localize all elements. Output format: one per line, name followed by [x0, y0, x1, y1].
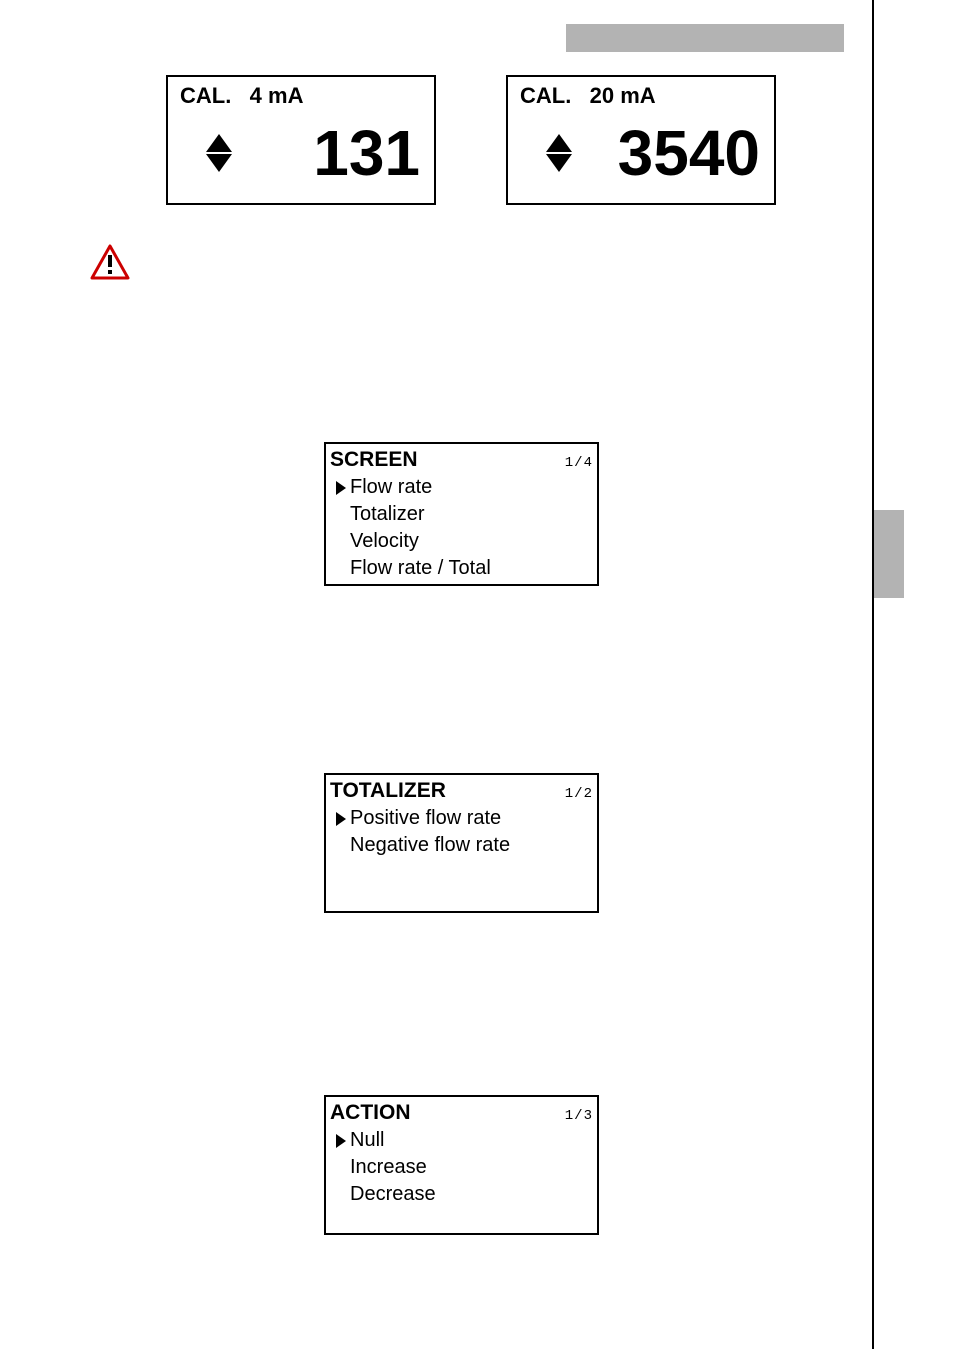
- screen-menu-item[interactable]: Flow rate / Total: [336, 555, 593, 582]
- screen-menu-item-label: Flow rate: [350, 474, 432, 501]
- action-menu-item-label: Increase: [350, 1154, 427, 1181]
- totalizer-menu-title: TOTALIZER: [330, 777, 446, 805]
- action-menu-item-label: Null: [350, 1127, 384, 1154]
- totalizer-menu-page: 1/2: [565, 785, 593, 804]
- screen-menu-item-label: Totalizer: [350, 501, 424, 528]
- cal-20ma-box: CAL. 20 mA 3540: [506, 75, 776, 205]
- action-menu-item[interactable]: Decrease: [336, 1181, 593, 1208]
- totalizer-menu: TOTALIZER 1/2 Positive flow rateNegative…: [324, 773, 599, 913]
- up-arrow-icon[interactable]: [206, 134, 232, 152]
- action-menu-title: ACTION: [330, 1099, 411, 1127]
- screen-menu-item[interactable]: Flow rate: [336, 474, 593, 501]
- down-arrow-icon[interactable]: [206, 154, 232, 172]
- totalizer-menu-item-label: Negative flow rate: [350, 832, 510, 859]
- screen-menu-page: 1/4: [565, 454, 593, 473]
- totalizer-menu-item[interactable]: Negative flow rate: [336, 832, 593, 859]
- cal-20ma-value: 3540: [618, 121, 764, 185]
- cal-20ma-label: CAL. 20 mA: [520, 83, 764, 109]
- cal-4ma-stepper[interactable]: [206, 134, 232, 172]
- action-menu-item-label: Decrease: [350, 1181, 436, 1208]
- action-menu-item[interactable]: Null: [336, 1127, 593, 1154]
- up-arrow-icon[interactable]: [546, 134, 572, 152]
- down-arrow-icon[interactable]: [546, 154, 572, 172]
- header-gray-bar: [566, 24, 844, 52]
- totalizer-menu-item[interactable]: Positive flow rate: [336, 805, 593, 832]
- cal-4ma-label: CAL. 4 mA: [180, 83, 424, 109]
- pointer-icon: [336, 1134, 346, 1148]
- screen-menu: SCREEN 1/4 Flow rateTotalizerVelocityFlo…: [324, 442, 599, 586]
- pointer-icon: [336, 481, 346, 495]
- screen-menu-item-label: Flow rate / Total: [350, 555, 491, 582]
- cal-20ma-stepper[interactable]: [546, 134, 572, 172]
- action-menu: ACTION 1/3 NullIncreaseDecrease: [324, 1095, 599, 1235]
- screen-menu-items: Flow rateTotalizerVelocityFlow rate / To…: [330, 474, 593, 582]
- screen-menu-item[interactable]: Totalizer: [336, 501, 593, 528]
- warning-icon: [90, 244, 130, 285]
- action-menu-items: NullIncreaseDecrease: [330, 1127, 593, 1208]
- totalizer-menu-items: Positive flow rateNegative flow rate: [330, 805, 593, 859]
- action-menu-item[interactable]: Increase: [336, 1154, 593, 1181]
- screen-menu-item[interactable]: Velocity: [336, 528, 593, 555]
- side-tab: [874, 510, 904, 598]
- cal-4ma-value: 131: [313, 121, 424, 185]
- action-menu-page: 1/3: [565, 1107, 593, 1126]
- screen-menu-item-label: Velocity: [350, 528, 419, 555]
- totalizer-menu-item-label: Positive flow rate: [350, 805, 501, 832]
- cal-4ma-box: CAL. 4 mA 131: [166, 75, 436, 205]
- page-edge-line: [872, 0, 874, 1349]
- pointer-icon: [336, 812, 346, 826]
- screen-menu-title: SCREEN: [330, 446, 418, 474]
